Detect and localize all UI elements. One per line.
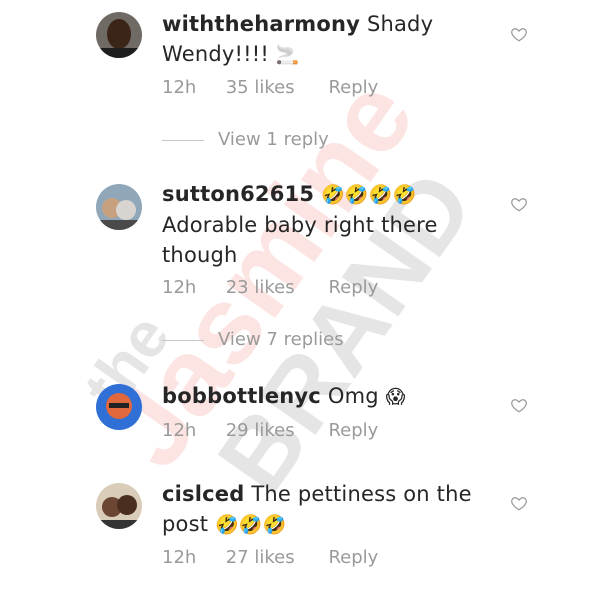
comment-username[interactable]: sutton62615 [162, 182, 314, 206]
divider-line [162, 139, 204, 141]
view-replies-label: View 7 replies [218, 329, 344, 350]
comment-meta: 12h 29 likes Reply [162, 420, 378, 441]
view-replies-link[interactable]: View 1 reply [162, 129, 329, 150]
comment-meta: 12h 23 likes Reply [162, 277, 378, 298]
comment-meta: 12h 27 likes Reply [162, 547, 378, 568]
comment-time: 12h [162, 547, 197, 568]
heart-icon[interactable] [510, 25, 528, 43]
comment-likes[interactable]: 23 likes [226, 277, 323, 298]
comment-username[interactable]: bobbottlenyc [162, 384, 321, 408]
comment-likes[interactable]: 27 likes [226, 547, 323, 568]
comment-text: cislced The pettiness on the post 🤣🤣🤣 [162, 479, 482, 540]
scream-icon: 😱 [385, 386, 406, 408]
comment-likes[interactable]: 35 likes [226, 77, 323, 98]
comment-time: 12h [162, 77, 197, 98]
comment-text: bobbottlenyc Omg 😱 [162, 381, 482, 412]
cigarette-icon: 🚬 [275, 44, 300, 66]
comment-body: Omg [327, 384, 379, 408]
avatar[interactable] [96, 12, 142, 58]
comment-text: sutton62615 🤣🤣🤣🤣 Adorable baby right the… [162, 179, 482, 270]
avatar[interactable] [96, 384, 142, 430]
reply-button[interactable]: Reply [328, 77, 378, 98]
comment-username[interactable]: withtheharmony [162, 12, 360, 36]
comment-meta: 12h 35 likes Reply [162, 77, 378, 98]
heart-icon[interactable] [510, 396, 528, 414]
reply-button[interactable]: Reply [328, 420, 378, 441]
view-replies-label: View 1 reply [218, 129, 329, 150]
comment-username[interactable]: cislced [162, 482, 244, 506]
avatar[interactable] [96, 184, 142, 230]
view-replies-link[interactable]: View 7 replies [162, 329, 344, 350]
avatar[interactable] [96, 483, 142, 529]
divider-line [162, 339, 204, 341]
comment-body: Adorable baby right there though [162, 213, 438, 267]
heart-icon[interactable] [510, 195, 528, 213]
comment-time: 12h [162, 277, 197, 298]
comment-time: 12h [162, 420, 197, 441]
laughing-icon: 🤣🤣🤣🤣 [321, 184, 417, 206]
reply-button[interactable]: Reply [328, 277, 378, 298]
comment-text: withtheharmony Shady Wendy!!!! 🚬 [162, 9, 482, 70]
reply-button[interactable]: Reply [328, 547, 378, 568]
laughing-icon: 🤣🤣🤣 [215, 514, 287, 536]
heart-icon[interactable] [510, 494, 528, 512]
comment-likes[interactable]: 29 likes [226, 420, 323, 441]
